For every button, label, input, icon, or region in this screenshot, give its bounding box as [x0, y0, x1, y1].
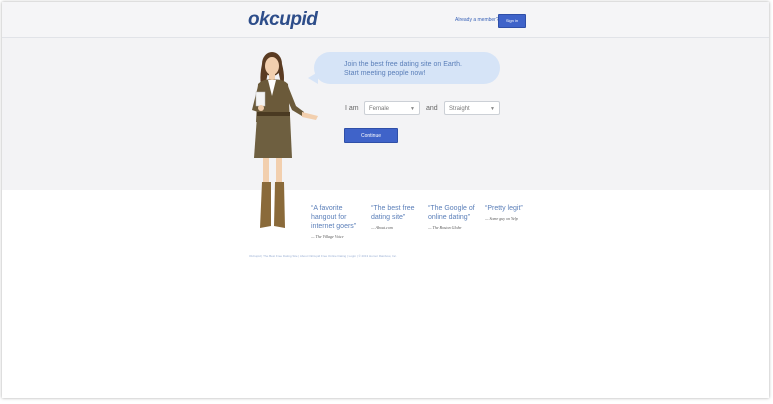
already-member-link[interactable]: Already a member?: [455, 17, 499, 23]
header: okcupid Already a member? Sign in: [2, 2, 769, 38]
bubble-text: Join the best free dating site on Earth.…: [344, 60, 462, 78]
quote-line: internet goers”: [311, 223, 357, 230]
i-am-label: I am: [345, 105, 359, 112]
browser-window: okcupid Already a member? Sign in Join t…: [2, 2, 769, 398]
quote-source: — The Boston Globe: [428, 225, 462, 230]
quote-line: “Pretty legit”: [485, 205, 523, 212]
quote-source: — About.com: [371, 225, 393, 230]
and-label: and: [426, 105, 438, 112]
chevron-down-icon: ▼: [410, 106, 415, 112]
orientation-select-value: Straight: [449, 106, 470, 112]
quote-source: — Some guy on Yelp: [485, 216, 518, 221]
press-quote: “The Google of online dating” — The Bost…: [428, 204, 475, 232]
orientation-select[interactable]: Straight ▼: [444, 101, 500, 115]
quote-source: — The Village Voice: [311, 234, 344, 239]
quote-line: hangout for: [311, 214, 347, 221]
quote-line: “The best free: [371, 205, 415, 212]
press-quote: “The best free dating site” — About.com: [371, 204, 415, 232]
gender-select[interactable]: Female ▼: [364, 101, 420, 115]
gender-select-value: Female: [369, 106, 390, 112]
sign-in-button[interactable]: Sign in: [498, 14, 526, 28]
quote-line: “A favorite: [311, 205, 343, 212]
okcupid-logo[interactable]: okcupid: [248, 9, 318, 31]
continue-button[interactable]: Continue: [344, 128, 398, 143]
quote-line: online dating”: [428, 214, 471, 221]
bubble-line-1: Join the best free dating site on Earth.: [344, 61, 462, 68]
quote-line: dating site”: [371, 214, 406, 221]
quote-line: “The Google of: [428, 205, 475, 212]
bubble-line-2: Start meeting people now!: [344, 70, 426, 77]
press-quote: “Pretty legit” — Some guy on Yelp: [485, 204, 523, 223]
chevron-down-icon: ▼: [490, 106, 495, 112]
press-quote: “A favorite hangout for internet goers” …: [311, 204, 356, 241]
footer-links[interactable]: OkCupid | The Best Free Dating Site | Ab…: [249, 254, 397, 258]
